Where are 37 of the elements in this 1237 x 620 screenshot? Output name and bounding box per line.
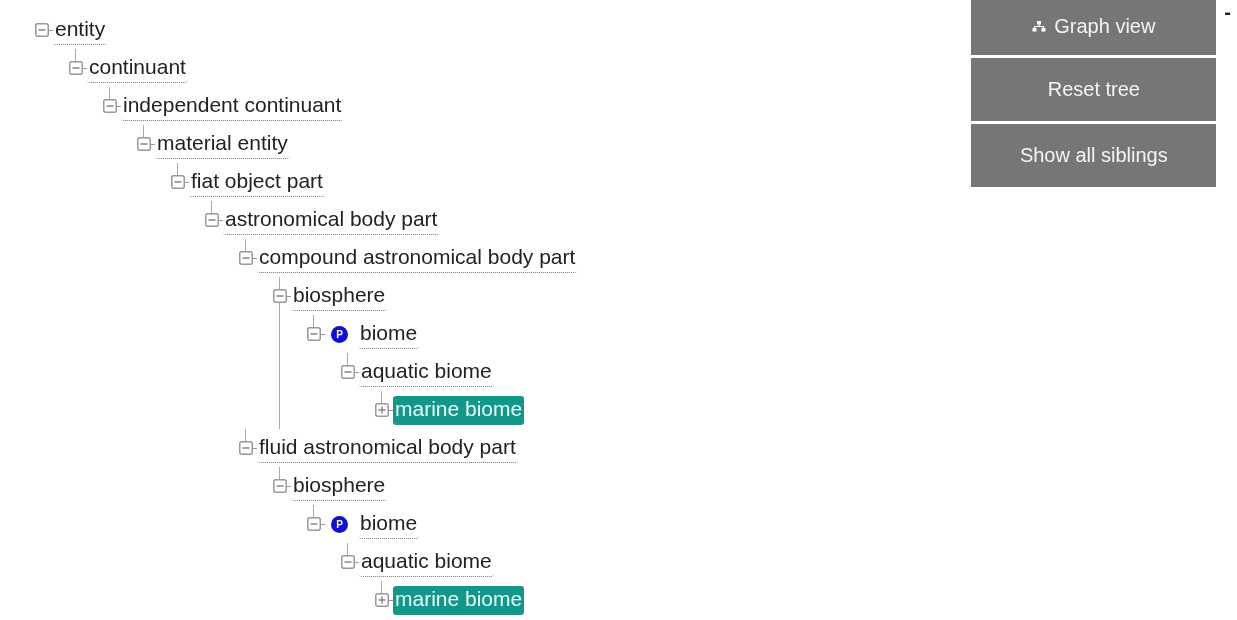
collapse-icon[interactable] bbox=[273, 479, 287, 493]
property-badge: P bbox=[331, 515, 348, 533]
tree-node-label[interactable]: astronomical body part bbox=[223, 205, 440, 235]
expand-icon[interactable] bbox=[375, 403, 389, 417]
tree-node-label[interactable]: biosphere bbox=[291, 471, 388, 501]
collapse-icon[interactable] bbox=[307, 517, 321, 531]
tree-node-label[interactable]: aquatic biome bbox=[359, 547, 494, 577]
tree-node-label[interactable]: compound astronomical body part bbox=[257, 243, 578, 273]
tree-node-label[interactable]: biome bbox=[358, 319, 420, 349]
tree-node-label[interactable]: biosphere bbox=[291, 281, 388, 311]
tree-node-label[interactable]: entity bbox=[53, 15, 108, 45]
collapse-icon[interactable] bbox=[137, 137, 151, 151]
collapse-icon[interactable] bbox=[341, 365, 355, 379]
tree-node-label[interactable]: continuant bbox=[87, 53, 188, 83]
collapse-icon[interactable] bbox=[273, 289, 287, 303]
tree-node-label[interactable]: independent continuant bbox=[121, 91, 344, 121]
hierarchy-icon bbox=[1032, 20, 1047, 32]
tree-node-label[interactable]: material entity bbox=[155, 129, 290, 159]
collapse-icon[interactable] bbox=[307, 327, 321, 341]
tree-node-label[interactable]: biome bbox=[358, 509, 420, 539]
action-button[interactable]: Reset tree bbox=[971, 58, 1217, 121]
collapse-icon[interactable] bbox=[171, 175, 185, 189]
collapse-mark[interactable]: - bbox=[1224, 2, 1231, 22]
collapse-icon[interactable] bbox=[239, 441, 253, 455]
collapse-icon[interactable] bbox=[103, 99, 117, 113]
tree-node-label[interactable]: fluid astronomical body part bbox=[257, 433, 518, 463]
graph-view-button[interactable]: Graph view bbox=[971, 0, 1217, 55]
collapse-icon[interactable] bbox=[205, 213, 219, 227]
expand-icon[interactable] bbox=[375, 593, 389, 607]
property-badge: P bbox=[331, 325, 348, 343]
action-button[interactable]: Show all siblings bbox=[971, 124, 1217, 187]
collapse-icon[interactable] bbox=[239, 251, 253, 265]
collapse-icon[interactable] bbox=[35, 23, 49, 37]
tree-node-label[interactable]: fiat object part bbox=[189, 167, 325, 197]
collapse-icon[interactable] bbox=[341, 555, 355, 569]
collapse-icon[interactable] bbox=[69, 61, 83, 75]
tree-node-label[interactable]: aquatic biome bbox=[359, 357, 494, 387]
